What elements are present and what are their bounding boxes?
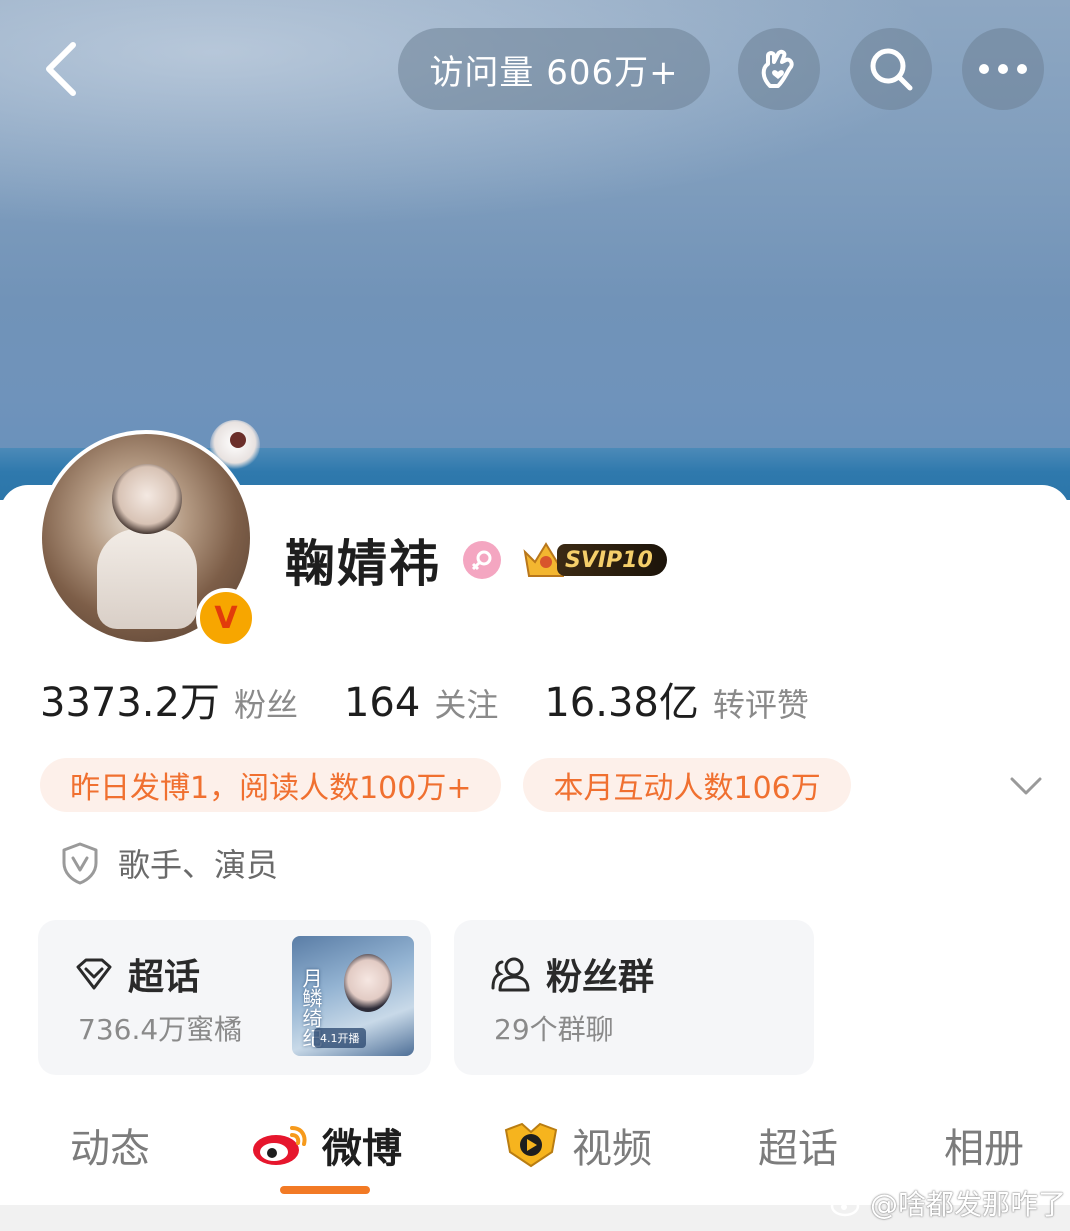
svip-badge[interactable]: SVIP10 [521,538,677,582]
followers-count[interactable]: 3373.2万 [40,670,220,728]
hand-heart-icon [761,49,794,88]
tab-label: 微博 [322,1126,402,1172]
tab-label: 视频 [572,1126,652,1172]
interactions-count[interactable]: 16.38亿 [544,670,699,728]
supertopic-title-row: 超话 [74,948,200,1000]
search-icon [870,48,913,91]
fan-group-subtitle: 29个群聊 [494,1013,614,1046]
diamond-icon [76,958,112,990]
back-arrow-icon [46,42,76,96]
highlight-pill-posts[interactable]: 昨日发博1，阅读人数100万+ [40,758,502,812]
following-count[interactable]: 164 [344,680,420,726]
watermark-text: @啥都发那咋了 [870,1188,1067,1221]
verified-v-icon: V [196,588,256,648]
poster-tag: 4.1开播 [314,1028,366,1048]
role-text: 歌手、演员 [118,846,279,884]
supertopic-tile[interactable]: 超话 736.4万蜜橘 月鳞绮纪 4.1开播 [38,920,431,1075]
more-icon [979,64,1027,74]
followers-label[interactable]: 粉丝 [234,680,298,726]
tab-weibo[interactable]: 微博 [250,1110,402,1180]
back-button[interactable] [30,36,90,102]
search-button[interactable] [850,28,932,110]
group-icon [491,957,530,992]
avatar-figure-head [112,464,182,534]
weibo-watermark-icon [830,1190,864,1217]
watermark: @啥都发那咋了 [830,1183,1066,1223]
tab-label: 动态 [70,1126,150,1172]
verified-shield-icon [62,842,98,885]
fan-group-title: 粉丝群 [546,957,655,998]
profile-name: 鞠婧祎 [285,535,441,593]
supertopic-poster[interactable]: 月鳞绮纪 4.1开播 [292,936,414,1056]
gift-button[interactable] [738,28,820,110]
weibo-logo-icon [253,1126,307,1165]
tab-album[interactable]: 相册 [944,1110,1024,1180]
visits-label: 访问量 606万+ [429,52,679,93]
female-icon [463,541,501,579]
following-label[interactable]: 关注 [434,680,498,726]
highlight-pills: 昨日发博1，阅读人数100万+ 本月互动人数106万 [40,758,873,812]
svip-label: SVIP10 [557,544,667,576]
tab-label: 超话 [758,1126,838,1172]
more-button[interactable] [962,28,1044,110]
stats-row: 3373.2万 粉丝 164 关注 16.38亿 转评赞 [40,670,855,728]
expand-button[interactable] [1005,765,1047,807]
active-tab-indicator [280,1186,370,1194]
tab-label: 相册 [944,1126,1024,1172]
interactions-label[interactable]: 转评赞 [713,680,809,726]
fan-group-tile[interactable]: 粉丝群 29个群聊 [454,920,814,1075]
fan-group-title-row: 粉丝群 [490,948,654,1000]
highlight-pill-interactions[interactable]: 本月互动人数106万 [523,758,851,812]
tab-video[interactable]: 视频 [502,1110,652,1180]
verification-info[interactable]: 歌手、演员 [60,840,278,886]
tab-dynamics[interactable]: 动态 [70,1110,150,1180]
avatar-figure-body [97,529,197,629]
supertopic-title: 超话 [128,957,201,998]
profile-tabs: 动态 微博 视频 超话 相册 [0,1110,1070,1180]
video-badge-icon [504,1122,558,1168]
supertopic-subtitle: 736.4万蜜橘 [78,1013,243,1046]
tab-supertopic[interactable]: 超话 [758,1110,838,1180]
chevron-down-icon [1010,777,1042,795]
visits-counter[interactable]: 访问量 606万+ [398,28,710,110]
name-row: 鞠婧祎 SVIP10 [285,530,677,593]
poster-figure [344,954,392,1012]
